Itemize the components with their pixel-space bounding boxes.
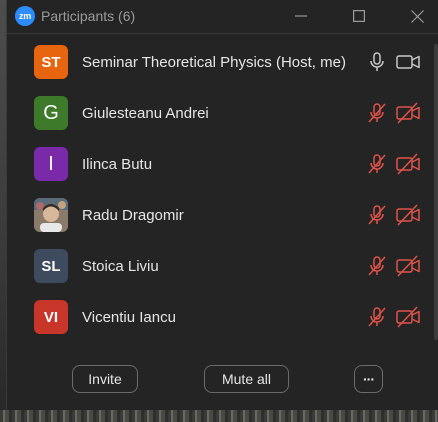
more-options-button[interactable]: ···: [354, 365, 383, 393]
participant-row[interactable]: I Ilinca Butu: [7, 140, 438, 191]
participant-name: Radu Dragomir: [82, 207, 184, 224]
video-camera-icon[interactable]: [395, 51, 421, 73]
participant-name: Giulesteanu Andrei: [82, 105, 209, 122]
participant-name: Stoica Liviu: [82, 258, 159, 275]
video-camera-off-icon[interactable]: [395, 153, 421, 175]
minimize-button[interactable]: [275, 0, 327, 32]
participant-row[interactable]: SL Stoica Liviu: [7, 242, 438, 293]
maximize-button[interactable]: [333, 0, 385, 32]
participant-row[interactable]: ST Seminar Theoretical Physics (Host, me…: [7, 38, 438, 89]
microphone-muted-icon[interactable]: [365, 102, 389, 124]
title-bar[interactable]: zm Participants (6): [7, 0, 438, 34]
video-camera-off-icon[interactable]: [395, 306, 421, 328]
invite-button[interactable]: Invite: [72, 365, 138, 393]
avatar-photo: [34, 198, 68, 232]
minimize-icon: [295, 15, 307, 17]
avatar: VI: [34, 300, 68, 334]
video-camera-off-icon[interactable]: [395, 255, 421, 277]
video-camera-off-icon[interactable]: [395, 102, 421, 124]
participants-footer: Invite Mute all ···: [7, 362, 438, 396]
user-photo-icon: [34, 198, 68, 232]
avatar: SL: [34, 249, 68, 283]
mute-all-button[interactable]: Mute all: [204, 365, 289, 393]
close-button[interactable]: [391, 0, 438, 32]
participant-name: Seminar Theoretical Physics (Host, me): [82, 54, 346, 71]
video-camera-off-icon[interactable]: [395, 204, 421, 226]
avatar: ST: [34, 45, 68, 79]
zoom-logo-icon: zm: [15, 6, 35, 26]
participant-row[interactable]: G Giulesteanu Andrei: [7, 89, 438, 140]
participant-name: Ilinca Butu: [82, 156, 153, 173]
microphone-muted-icon[interactable]: [365, 204, 389, 226]
window-title: Participants (6): [41, 8, 136, 24]
microphone-muted-icon[interactable]: [365, 306, 389, 328]
participant-row[interactable]: Radu Dragomir: [7, 191, 438, 242]
participant-name: Vicentiu Iancu: [82, 309, 176, 326]
microphone-icon[interactable]: [365, 51, 389, 73]
scrollbar[interactable]: [434, 44, 438, 340]
maximize-icon: [353, 10, 365, 22]
participants-window: zm Participants (6) ST Seminar Theoretic…: [6, 0, 438, 410]
close-icon: [410, 9, 424, 23]
microphone-muted-icon[interactable]: [365, 255, 389, 277]
avatar: I: [34, 147, 68, 181]
avatar: G: [34, 96, 68, 130]
participant-row[interactable]: VI Vicentiu Iancu: [7, 293, 438, 344]
background-desktop-strip: [0, 410, 438, 422]
microphone-muted-icon[interactable]: [365, 153, 389, 175]
